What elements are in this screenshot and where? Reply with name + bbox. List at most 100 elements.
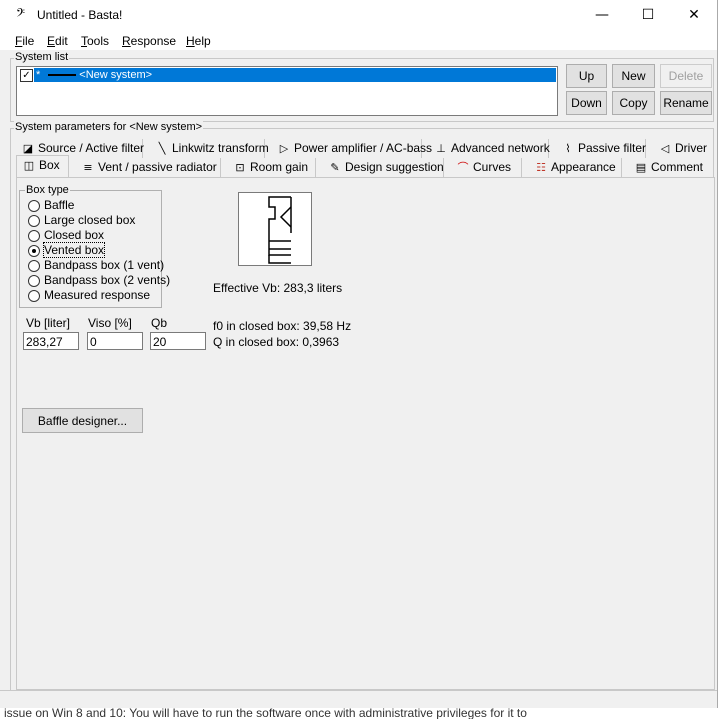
tab-curves[interactable]: ⌒ Curves xyxy=(451,158,522,177)
window-title: Untitled - Basta! xyxy=(37,8,123,22)
menu-help-rest: elp xyxy=(194,34,211,48)
tab-linkwitz-transform[interactable]: ╲ Linkwitz transform xyxy=(150,139,269,158)
q-closed-box-text: Q in closed box: 0,3963 xyxy=(213,335,340,349)
vb-input[interactable]: 283,27 xyxy=(23,332,79,350)
tab-label: Curves xyxy=(473,160,512,174)
menu-bar: File Edit Tools Response Help xyxy=(0,30,717,50)
tab-label: Driver xyxy=(675,141,707,155)
tab-advanced-network[interactable]: ⊥ Advanced network xyxy=(429,139,550,158)
tab-label: Linkwitz transform xyxy=(172,141,269,155)
radio-circle-selected[interactable] xyxy=(28,245,40,257)
curves-icon: ⌒ xyxy=(457,161,469,174)
bass-clef-icon: 𝄢 xyxy=(16,7,26,23)
down-button[interactable]: Down xyxy=(566,91,607,115)
radio-bandpass-1-vent[interactable]: Bandpass box (1 vent) xyxy=(28,258,164,273)
status-bar xyxy=(0,690,717,708)
menu-response-rest: esponse xyxy=(130,34,177,48)
tab-comment[interactable]: ▤ Comment xyxy=(629,158,711,177)
transform-icon: ╲ xyxy=(158,142,166,155)
radio-label: Baffle xyxy=(44,198,75,212)
tab-label: Design suggestion xyxy=(345,160,444,174)
radio-circle[interactable] xyxy=(28,200,40,212)
radio-label: Bandpass box (2 vents) xyxy=(44,273,171,287)
comment-icon: ▤ xyxy=(635,161,647,174)
viso-label: Viso [%] xyxy=(88,316,132,330)
radio-baffle[interactable]: Baffle xyxy=(28,198,74,213)
tab-power-amplifier[interactable]: ▷ Power amplifier / AC-bass xyxy=(272,139,432,158)
menu-tools[interactable]: Tools xyxy=(81,34,109,48)
qb-label: Qb xyxy=(151,316,168,330)
radio-circle[interactable] xyxy=(28,230,40,242)
tab-passive-filter[interactable]: ⌇ Passive filter xyxy=(556,139,646,158)
menu-response-hotkey: R xyxy=(122,34,131,48)
radio-circle[interactable] xyxy=(28,260,40,272)
system-marker: * xyxy=(36,69,41,81)
radio-label: Bandpass box (1 vent) xyxy=(44,258,165,272)
tab-label: Vent / passive radiator xyxy=(98,160,217,174)
close-icon: ✕ xyxy=(688,7,700,23)
background-page-bottom-text: issue on Win 8 and 10: You will have to … xyxy=(4,707,527,719)
radio-circle[interactable] xyxy=(28,275,40,287)
radio-closed-box[interactable]: Closed box xyxy=(28,228,104,243)
tab-label: Power amplifier / AC-bass xyxy=(294,141,433,155)
copy-button[interactable]: Copy xyxy=(612,91,655,115)
tab-driver[interactable]: ◁ Driver xyxy=(653,139,711,158)
tab-label: Passive filter xyxy=(578,141,647,155)
close-button[interactable]: ✕ xyxy=(671,0,717,30)
delete-button[interactable]: Delete xyxy=(660,64,712,88)
up-button[interactable]: Up xyxy=(566,64,607,88)
radio-label: Closed box xyxy=(44,228,105,242)
minimize-icon: — xyxy=(595,7,609,23)
network-icon: ⊥ xyxy=(436,142,446,155)
tab-box[interactable]: ◫ Box xyxy=(16,155,69,177)
menu-edit-rest: dit xyxy=(55,34,68,48)
tab-label: Source / Active filter xyxy=(38,141,145,155)
radio-label: Measured response xyxy=(44,288,151,302)
vent-icon: ≡ xyxy=(83,161,93,174)
radio-bandpass-2-vents[interactable]: Bandpass box (2 vents) xyxy=(28,273,170,288)
tab-label: Box xyxy=(39,158,60,172)
system-item-selected[interactable]: * <New system> xyxy=(34,68,556,82)
vented-box-drawing xyxy=(268,196,292,264)
maximize-button[interactable]: ☐ xyxy=(625,0,671,30)
tab-label: Advanced network xyxy=(451,141,550,155)
menu-help-hotkey: H xyxy=(186,34,195,48)
radio-large-closed-box[interactable]: Large closed box xyxy=(28,213,135,228)
menu-help[interactable]: Help xyxy=(186,34,211,48)
box-icon: ◫ xyxy=(23,159,35,172)
minimize-button[interactable]: — xyxy=(579,0,625,30)
rename-button[interactable]: Rename xyxy=(660,91,712,115)
vb-label: Vb [liter] xyxy=(26,316,71,330)
system-list-label: System list xyxy=(14,51,70,63)
radio-label: Large closed box xyxy=(44,213,136,227)
tab-vent-passive-radiator[interactable]: ≡ Vent / passive radiator xyxy=(76,158,221,177)
menu-response[interactable]: Response xyxy=(122,34,176,48)
passive-filter-icon: ⌇ xyxy=(565,142,571,155)
system-listbox[interactable]: ✓ * <New system> xyxy=(16,66,558,116)
menu-tools-rest: ools xyxy=(87,34,110,48)
qb-input[interactable]: 20 xyxy=(150,332,206,350)
title-bar[interactable]: 𝄢 Untitled - Basta! — ☐ ✕ xyxy=(0,0,717,30)
list-item[interactable]: ✓ * <New system> xyxy=(18,68,556,82)
menu-edit-hotkey: E xyxy=(47,34,56,48)
system-params-label: System parameters for <New system> xyxy=(14,121,204,133)
basta-window: 𝄢 Untitled - Basta! — ☐ ✕ File Edit Tool… xyxy=(0,0,718,708)
tab-appearance[interactable]: ☷ Appearance xyxy=(529,158,622,177)
radio-vented-box[interactable]: Vented box xyxy=(28,242,106,258)
tab-label: Comment xyxy=(651,160,704,174)
baffle-designer-button[interactable]: Baffle designer... xyxy=(22,408,143,433)
tab-room-gain[interactable]: ⊡ Room gain xyxy=(228,158,316,177)
tab-label: Appearance xyxy=(551,160,616,174)
new-button[interactable]: New xyxy=(612,64,655,88)
menu-edit[interactable]: Edit xyxy=(47,34,68,48)
tab-design-suggestion[interactable]: ✎ Design suggestion xyxy=(323,158,444,177)
system-checkbox[interactable]: ✓ xyxy=(20,69,33,82)
radio-measured-response[interactable]: Measured response xyxy=(28,288,150,303)
radio-label: Vented box xyxy=(42,242,106,258)
driver-icon: ◁ xyxy=(660,142,670,155)
amplifier-icon: ▷ xyxy=(279,142,289,155)
viso-input[interactable]: 0 xyxy=(87,332,143,350)
menu-file[interactable]: File xyxy=(15,34,34,48)
radio-circle[interactable] xyxy=(28,215,40,227)
radio-circle[interactable] xyxy=(28,290,40,302)
